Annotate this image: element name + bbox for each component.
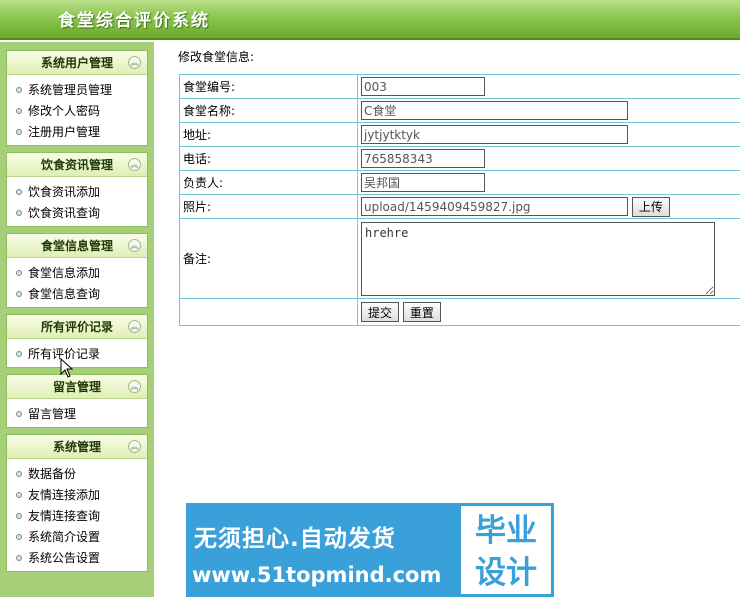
- bullet-icon: [16, 86, 22, 93]
- collapse-icon[interactable]: ︽: [128, 56, 141, 69]
- bullet-icon: [16, 470, 22, 477]
- sidebar-item-link-query[interactable]: 友情连接查询: [7, 505, 147, 526]
- collapse-icon[interactable]: ︽: [128, 380, 141, 393]
- sidebar-item-label: 注册用户管理: [28, 125, 101, 139]
- sidebar-item-label: 留言管理: [28, 407, 77, 421]
- bullet-icon: [16, 269, 22, 276]
- page-title: 修改食堂信息:: [178, 50, 255, 64]
- bullet-icon: [16, 209, 22, 216]
- menu-group-title: 饮食资讯管理: [40, 158, 113, 172]
- collapse-icon[interactable]: ︽: [128, 239, 141, 252]
- reset-button[interactable]: 重置: [402, 302, 441, 322]
- sidebar-item-news-add[interactable]: 饮食资讯添加: [7, 181, 147, 202]
- sidebar-item-label: 饮食资讯添加: [28, 185, 101, 199]
- menu-group-canteen-info: 食堂信息管理 ︽ 食堂信息添加 食堂信息查询: [6, 233, 148, 308]
- menu-group-title: 留言管理: [52, 380, 101, 394]
- sidebar-item-canteen-add[interactable]: 食堂信息添加: [7, 262, 147, 283]
- sidebar: 系统用户管理 ︽ 系统管理员管理 修改个人密码 注册用户管理 饮食资讯管理 ︽ …: [0, 42, 154, 597]
- collapse-icon[interactable]: ︽: [128, 158, 141, 171]
- upload-button[interactable]: 上传: [631, 196, 670, 217]
- collapse-icon[interactable]: ︽: [128, 440, 141, 453]
- mouse-cursor-icon: [60, 358, 74, 378]
- sidebar-item-label: 系统公告设置: [28, 551, 101, 565]
- menu-group-diet-news: 饮食资讯管理 ︽ 饮食资讯添加 饮食资讯查询: [6, 152, 148, 227]
- menu-group-title: 所有评价记录: [40, 320, 113, 334]
- submit-button[interactable]: 提交: [361, 302, 400, 322]
- sidebar-item-canteen-query[interactable]: 食堂信息查询: [7, 283, 147, 304]
- address-field[interactable]: [361, 125, 628, 144]
- empty-cell: [179, 298, 358, 326]
- menu-group-title: 系统管理: [52, 440, 101, 454]
- sidebar-item-notice-settings[interactable]: 系统公告设置: [7, 547, 147, 568]
- sidebar-item-link-add[interactable]: 友情连接添加: [7, 484, 147, 505]
- sidebar-item-label: 食堂信息添加: [28, 266, 101, 280]
- bullet-icon: [16, 410, 22, 417]
- sidebar-item-label: 数据备份: [28, 467, 77, 481]
- sidebar-item-label: 友情连接查询: [28, 509, 101, 523]
- sidebar-item-label: 修改个人密码: [28, 104, 101, 118]
- sidebar-item-label: 饮食资讯查询: [28, 206, 101, 220]
- bullet-icon: [16, 188, 22, 195]
- menu-group-header[interactable]: 饮食资讯管理 ︽: [7, 153, 147, 177]
- bullet-icon: [16, 491, 22, 498]
- watermark-logo-line2: 设计: [475, 555, 537, 591]
- watermark-logo: 毕业 设计: [458, 503, 554, 597]
- bullet-icon: [16, 290, 22, 297]
- field-label: 食堂编号:: [179, 74, 358, 99]
- field-label: 照片:: [179, 194, 358, 219]
- menu-group-title: 食堂信息管理: [40, 239, 113, 253]
- watermark-logo-line1: 毕业: [475, 513, 537, 549]
- photo-path-field[interactable]: [361, 197, 628, 216]
- phone-field[interactable]: [361, 149, 485, 168]
- menu-group-reviews: 所有评价记录 ︽ 所有评价记录: [6, 314, 148, 368]
- menu-group-title: 系统用户管理: [40, 56, 113, 70]
- field-label: 负责人:: [179, 170, 358, 195]
- menu-group-header[interactable]: 食堂信息管理 ︽: [7, 234, 147, 258]
- field-label: 电话:: [179, 146, 358, 171]
- menu-group-header[interactable]: 所有评价记录 ︽: [7, 315, 147, 339]
- bullet-icon: [16, 128, 22, 135]
- menu-group-header[interactable]: 留言管理 ︽: [7, 375, 147, 399]
- sidebar-item-all-reviews[interactable]: 所有评价记录: [7, 343, 147, 364]
- sidebar-item-messages[interactable]: 留言管理: [7, 403, 147, 424]
- sidebar-item-change-password[interactable]: 修改个人密码: [7, 100, 147, 121]
- sidebar-item-registered-users[interactable]: 注册用户管理: [7, 121, 147, 142]
- watermark-banner: 无须担心.自动发货 www.51topmind.com 毕业 设计: [186, 503, 554, 597]
- field-label: 食堂名称:: [179, 98, 358, 123]
- watermark-slogan: 无须担心.自动发货: [194, 526, 396, 552]
- sidebar-item-news-query[interactable]: 饮食资讯查询: [7, 202, 147, 223]
- edit-canteen-form: 食堂编号: 食堂名称: 地址: 电话: 负责人: 照片: 上传 备注:: [179, 74, 740, 326]
- sidebar-item-label: 系统管理员管理: [28, 83, 113, 97]
- bullet-icon: [16, 533, 22, 540]
- menu-group-header[interactable]: 系统用户管理 ︽: [7, 51, 147, 75]
- sidebar-item-data-backup[interactable]: 数据备份: [7, 463, 147, 484]
- sidebar-item-label: 友情连接添加: [28, 488, 101, 502]
- canteen-code-field[interactable]: [361, 77, 485, 96]
- remark-textarea[interactable]: hrehre: [361, 221, 715, 296]
- menu-group-messages: 留言管理 ︽ 留言管理: [6, 374, 148, 428]
- app-header: 食堂综合评价系统: [0, 0, 740, 40]
- menu-group-header[interactable]: 系统管理 ︽: [7, 435, 147, 459]
- sidebar-item-intro-settings[interactable]: 系统简介设置: [7, 526, 147, 547]
- bullet-icon: [16, 512, 22, 519]
- collapse-icon[interactable]: ︽: [128, 320, 141, 333]
- watermark-url: www.51topmind.com: [192, 563, 442, 587]
- sidebar-item-label: 系统简介设置: [28, 530, 101, 544]
- app-title: 食堂综合评价系统: [58, 11, 210, 31]
- bullet-icon: [16, 107, 22, 114]
- sidebar-item-label: 食堂信息查询: [28, 287, 101, 301]
- manager-field[interactable]: [361, 173, 485, 192]
- sidebar-item-admin-manage[interactable]: 系统管理员管理: [7, 79, 147, 100]
- menu-group-user-management: 系统用户管理 ︽ 系统管理员管理 修改个人密码 注册用户管理: [6, 50, 148, 146]
- menu-group-system: 系统管理 ︽ 数据备份 友情连接添加 友情连接查询 系统简介设置 系统公告设置: [6, 434, 148, 572]
- bullet-icon: [16, 554, 22, 561]
- field-label: 备注:: [179, 218, 358, 299]
- field-label: 地址:: [179, 122, 358, 147]
- canteen-name-field[interactable]: [361, 101, 628, 120]
- bullet-icon: [16, 350, 22, 357]
